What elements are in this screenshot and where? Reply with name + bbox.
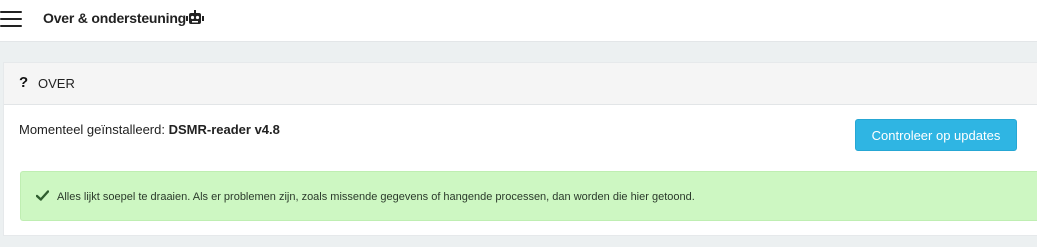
status-message: Alles lijkt soepel te draaien. Als er pr… [57,191,695,203]
top-bar: Over & ondersteuning [0,0,1037,42]
panel-title: OVER [38,76,75,91]
check-icon [36,190,49,201]
installed-version-line: Momenteel geïnstalleerd: DSMR-reader v4.… [19,122,280,137]
check-updates-button[interactable]: Controleer op updates [855,119,1017,151]
status-alert: Alles lijkt soepel te draaien. Als er pr… [20,171,1037,221]
hamburger-menu-icon[interactable] [0,11,22,27]
robot-icon [186,10,204,24]
about-panel: ? OVER Momenteel geïnstalleerd: DSMR-rea… [3,62,1037,236]
question-icon: ? [19,74,29,91]
panel-header: ? OVER [4,63,1037,105]
installed-version: DSMR-reader v4.8 [168,122,280,137]
page-title: Over & ondersteuning [43,10,187,26]
installed-label: Momenteel geïnstalleerd: [19,122,165,137]
